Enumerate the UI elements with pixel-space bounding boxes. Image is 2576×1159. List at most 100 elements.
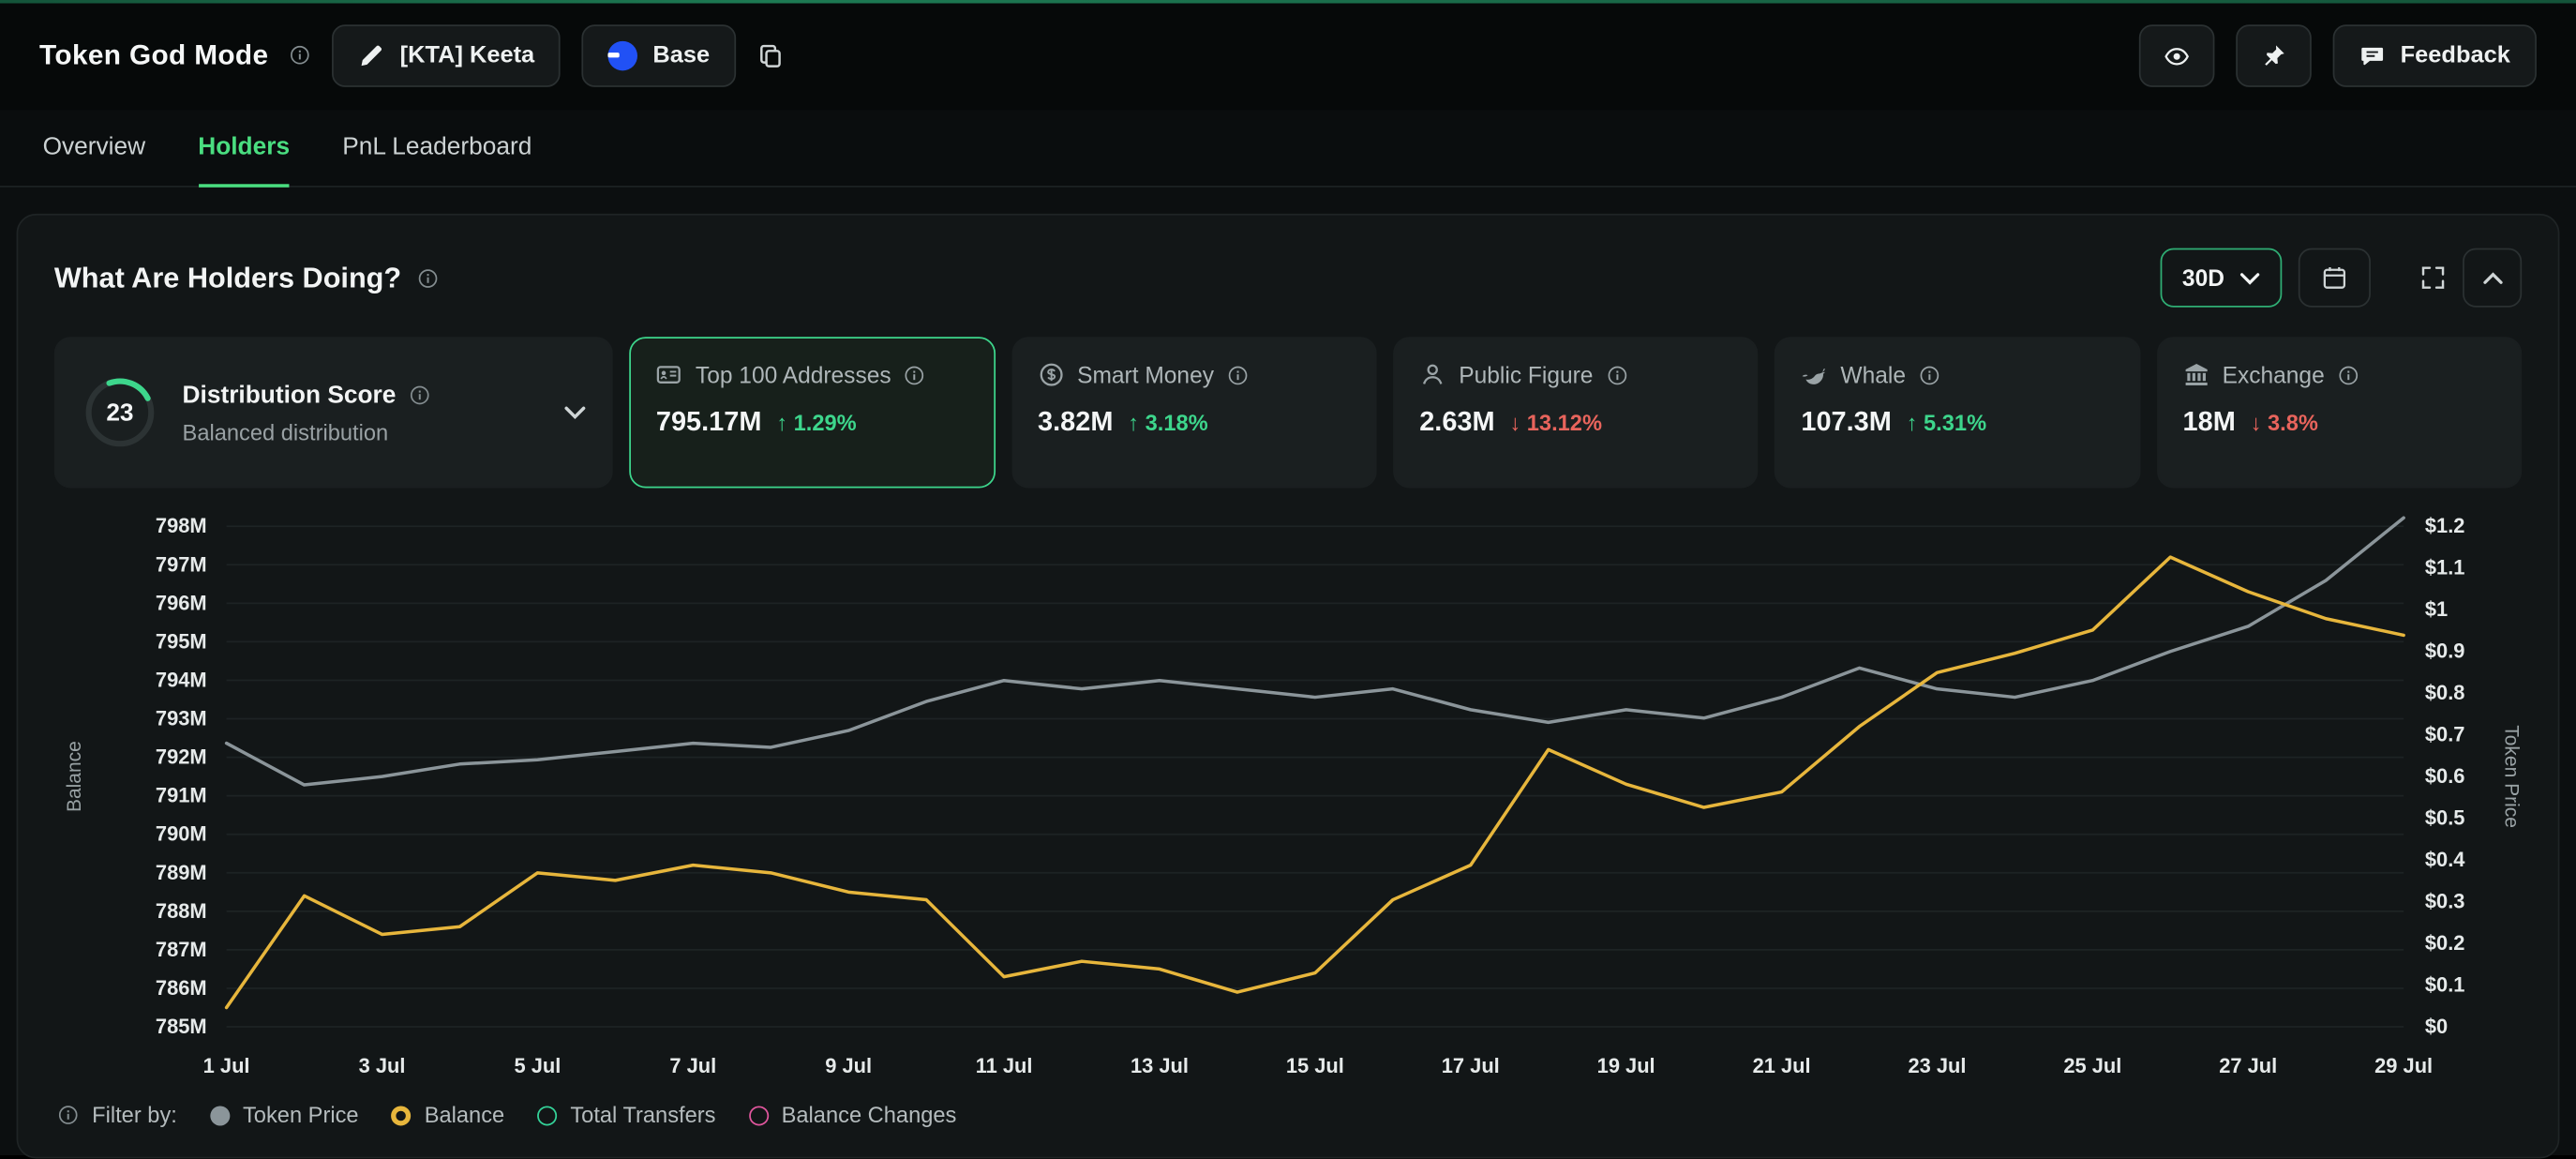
- holders-panel: What Are Holders Doing? 30D: [17, 214, 2560, 1159]
- chain-selector-label: Base: [652, 42, 710, 68]
- svg-text:11 Jul: 11 Jul: [976, 1054, 1033, 1077]
- svg-text:5 Jul: 5 Jul: [514, 1054, 561, 1077]
- stat-card-change: ↓ 13.12%: [1509, 411, 1602, 435]
- bank-icon: [2183, 362, 2209, 388]
- stat-card-smart-money[interactable]: Smart Money3.82M↑ 3.18%: [1011, 337, 1377, 488]
- stat-card-value: 3.82M: [1038, 408, 1113, 439]
- distribution-subtitle: Balanced distribution: [183, 420, 542, 444]
- stat-card-change: ↑ 3.18%: [1128, 411, 1207, 435]
- svg-text:795M: 795M: [156, 629, 207, 653]
- legend-item-label: Token Price: [243, 1103, 359, 1127]
- info-icon[interactable]: [418, 267, 440, 289]
- whale-icon: [1801, 362, 1827, 388]
- chevron-down-icon: [2239, 267, 2261, 289]
- stat-card-value: 795.17M: [656, 408, 762, 439]
- svg-text:793M: 793M: [156, 707, 207, 730]
- svg-text:19 Jul: 19 Jul: [1597, 1054, 1655, 1077]
- svg-text:25 Jul: 25 Jul: [2063, 1054, 2121, 1077]
- tab-bar: Overview Holders PnL Leaderboard: [0, 110, 2576, 187]
- svg-text:9 Jul: 9 Jul: [825, 1054, 872, 1077]
- svg-text:27 Jul: 27 Jul: [2219, 1054, 2277, 1077]
- panel-title: What Are Holders Doing?: [54, 261, 401, 295]
- fullscreen-button[interactable]: [2420, 264, 2447, 291]
- pin-button[interactable]: [2236, 23, 2312, 86]
- legend-item-total-transfers[interactable]: Total Transfers: [537, 1103, 715, 1127]
- svg-text:791M: 791M: [156, 784, 207, 807]
- pencil-icon: [359, 42, 385, 68]
- panel-header: What Are Holders Doing? 30D: [54, 248, 2522, 308]
- svg-text:786M: 786M: [156, 976, 207, 1000]
- distribution-score-value: 23: [81, 373, 159, 452]
- svg-text:Token Price: Token Price: [2501, 725, 2523, 828]
- token-selector-button[interactable]: [KTA] Keeta: [333, 23, 561, 86]
- stat-card-distribution-score[interactable]: 23Distribution ScoreBalanced distributio…: [54, 337, 613, 488]
- base-chain-icon: [608, 40, 638, 70]
- svg-text:790M: 790M: [156, 822, 207, 846]
- collapse-panel-button[interactable]: [2463, 248, 2522, 308]
- svg-text:17 Jul: 17 Jul: [1442, 1054, 1500, 1077]
- tab-pnl-leaderboard[interactable]: PnL Leaderboard: [342, 110, 532, 187]
- legend-item-label: Balance: [425, 1103, 505, 1127]
- stat-card-public-figure[interactable]: Public Figure2.63M↓ 13.12%: [1393, 337, 1759, 488]
- tab-overview[interactable]: Overview: [43, 110, 146, 187]
- stat-card-exchange[interactable]: Exchange18M↓ 3.8%: [2156, 337, 2522, 488]
- holders-balance-chart[interactable]: 798M797M796M795M794M793M792M791M790M789M…: [54, 504, 2522, 1086]
- chain-selector-button[interactable]: Base: [582, 23, 736, 86]
- legend-marker-balance-changes: [749, 1106, 769, 1125]
- timeframe-label: 30D: [2182, 264, 2224, 291]
- tab-holders[interactable]: Holders: [198, 110, 290, 187]
- series-line-token-price: [227, 518, 2404, 785]
- stat-card-change: ↓ 3.8%: [2251, 411, 2318, 435]
- svg-text:798M: 798M: [156, 514, 207, 537]
- legend-item-balance-changes[interactable]: Balance Changes: [749, 1103, 957, 1127]
- stat-card-whale[interactable]: Whale107.3M↑ 5.31%: [1775, 337, 2140, 488]
- svg-text:21 Jul: 21 Jul: [1753, 1054, 1811, 1077]
- info-icon[interactable]: [290, 44, 311, 66]
- svg-text:1 Jul: 1 Jul: [203, 1054, 250, 1077]
- svg-text:792M: 792M: [156, 745, 207, 769]
- svg-text:794M: 794M: [156, 668, 207, 691]
- date-picker-button[interactable]: [2299, 248, 2371, 308]
- copy-address-button[interactable]: [757, 42, 784, 68]
- svg-text:796M: 796M: [156, 591, 207, 614]
- feedback-button[interactable]: Feedback: [2333, 23, 2537, 86]
- svg-text:15 Jul: 15 Jul: [1286, 1054, 1344, 1077]
- svg-text:785M: 785M: [156, 1015, 207, 1038]
- watch-button[interactable]: [2139, 23, 2215, 86]
- legend-item-token-price[interactable]: Token Price: [210, 1103, 359, 1127]
- stat-card-label: Top 100 Addresses: [696, 362, 891, 388]
- chart-area: 798M797M796M795M794M793M792M791M790M789M…: [54, 504, 2522, 1086]
- coin-icon: [1038, 362, 1064, 388]
- svg-text:$0.3: $0.3: [2425, 890, 2465, 913]
- svg-text:Balance: Balance: [64, 741, 85, 812]
- svg-text:$0.7: $0.7: [2425, 723, 2465, 746]
- timeframe-select[interactable]: 30D: [2161, 248, 2282, 308]
- svg-text:$0.6: $0.6: [2425, 764, 2465, 788]
- series-line-balance: [227, 557, 2404, 1007]
- distribution-gauge: 23: [81, 373, 159, 452]
- legend-marker-balance: [392, 1106, 412, 1125]
- svg-text:7 Jul: 7 Jul: [669, 1054, 716, 1077]
- svg-text:788M: 788M: [156, 899, 207, 923]
- stat-card-change: ↑ 5.31%: [1907, 411, 1986, 435]
- calendar-icon: [2321, 264, 2347, 291]
- stat-card-top-100-addresses[interactable]: Top 100 Addresses795.17M↑ 1.29%: [630, 337, 996, 488]
- svg-text:$1.2: $1.2: [2425, 514, 2465, 537]
- card-icon: [656, 362, 682, 388]
- chevron-down-icon[interactable]: [564, 401, 588, 425]
- stat-card-label: Exchange: [2223, 362, 2325, 388]
- info-icon: [1919, 364, 1940, 385]
- stat-card-value: 2.63M: [1419, 408, 1494, 439]
- info-icon: [905, 364, 926, 385]
- feedback-label: Feedback: [2401, 42, 2510, 68]
- svg-text:29 Jul: 29 Jul: [2374, 1054, 2433, 1077]
- expand-icon: [2420, 264, 2447, 291]
- info-icon: [2338, 364, 2359, 385]
- page-title: Token God Mode: [39, 38, 268, 71]
- legend-item-balance[interactable]: Balance: [392, 1103, 505, 1127]
- stat-card-row: 23Distribution ScoreBalanced distributio…: [54, 337, 2522, 488]
- svg-text:$0.8: $0.8: [2425, 681, 2465, 704]
- watch-icon: [2164, 42, 2190, 68]
- svg-text:797M: 797M: [156, 552, 207, 576]
- legend-marker-token-price: [210, 1106, 230, 1125]
